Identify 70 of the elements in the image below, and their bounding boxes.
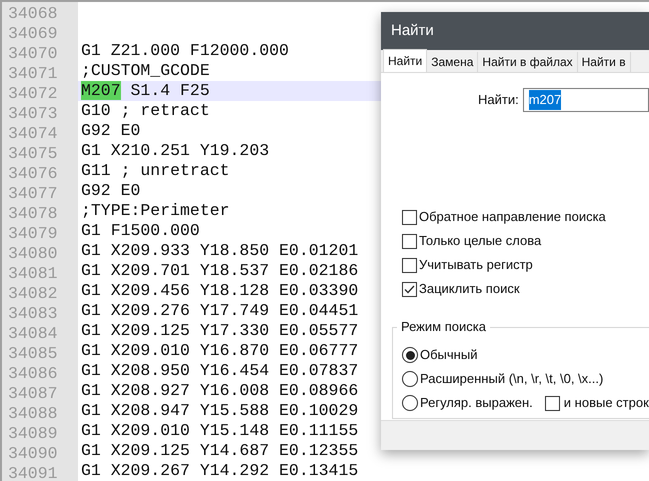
line-number: 34085	[7, 344, 59, 364]
code-line: G1 F1500.000	[81, 221, 200, 240]
code-line: G1 X208.927 Y16.008 E0.08966	[81, 381, 358, 400]
radio-label: Регуляр. выражен.	[420, 394, 533, 412]
radio-label: Расширенный (\n, \r, \t, \0, \x...)	[420, 370, 604, 388]
find-label: Найти:	[478, 91, 519, 110]
checkbox[interactable]	[402, 210, 417, 224]
line-number: 34071	[7, 64, 59, 84]
line-number: 34088	[7, 404, 59, 424]
selected-text: m207	[528, 90, 562, 110]
line-number: 34090	[7, 444, 59, 464]
option-label: и новые строк	[564, 394, 649, 412]
line-number: 34074	[7, 124, 59, 144]
line-number: 34070	[7, 44, 59, 64]
code-line: G1 X209.456 Y18.128 E0.03390	[81, 281, 358, 300]
radio-button[interactable]	[402, 347, 418, 363]
code-line: ;TYPE:Perimeter	[81, 201, 230, 220]
code-line: G1 X208.947 Y15.588 E0.10029	[81, 401, 358, 420]
line-number: 34073	[7, 104, 59, 124]
code-line: G1 X209.010 Y15.148 E0.11155	[81, 421, 358, 440]
code-line: G1 X209.701 Y18.537 E0.02186	[81, 261, 358, 280]
line-number: 34091	[7, 464, 59, 481]
checkbox[interactable]	[402, 234, 417, 248]
option-label: Учитывать регистр	[419, 256, 533, 274]
line-number: 34068	[7, 4, 59, 24]
code-text: S1.4 F25	[130, 81, 210, 100]
code-line: G92 E0	[81, 181, 140, 200]
line-number: 34079	[7, 224, 59, 244]
line-number: 34080	[7, 244, 59, 264]
checkbox[interactable]	[544, 396, 560, 410]
radio-button[interactable]	[402, 371, 418, 387]
tab[interactable]: Найти	[383, 49, 428, 72]
checkbox[interactable]	[402, 258, 417, 272]
line-number: 34069	[7, 24, 59, 44]
code-line: G1 X209.125 Y17.330 E0.05577	[81, 321, 358, 340]
option-label: Только целые слова	[419, 232, 542, 250]
line-number: 34086	[7, 364, 59, 384]
line-number: 34075	[7, 144, 59, 164]
line-number: 34077	[7, 184, 59, 204]
search-match: M207	[81, 81, 121, 100]
line-number: 34076	[7, 164, 59, 184]
line-number: 34087	[7, 384, 59, 404]
code-line: G1 X209.010 Y16.870 E0.06777	[81, 341, 358, 360]
code-line: G1 Z21.000 F12000.000	[81, 41, 289, 60]
line-number: 34072	[7, 84, 59, 104]
code-line: G11 ; unretract	[81, 161, 230, 180]
window-title: Найти	[391, 20, 434, 41]
option-label: Обратное направление поиска	[419, 208, 606, 226]
code-line: G10 ; retract	[81, 101, 210, 120]
line-number: 34084	[7, 324, 59, 344]
line-number: 34089	[7, 424, 59, 444]
code-line: G1 X209.125 Y14.687 E0.12355	[81, 441, 358, 460]
radio-label: Обычный	[420, 346, 478, 364]
code-line: G92 E0	[81, 121, 140, 140]
code-line: G1 X209.933 Y18.850 E0.01201	[81, 241, 358, 260]
checkmark-icon	[404, 284, 415, 294]
tab[interactable]: Найти в	[578, 52, 631, 72]
find-input-field[interactable]: m207	[522, 88, 649, 112]
option-label: Зациклить поиск	[419, 280, 520, 298]
line-number: 34083	[7, 304, 59, 324]
checkbox[interactable]	[402, 282, 417, 296]
line-number: 34078	[7, 204, 59, 224]
code-line: G1 X210.251 Y19.203	[81, 141, 270, 160]
code-line: G1 X209.276 Y17.749 E0.04451	[81, 301, 358, 320]
line-number: 34082	[7, 284, 59, 304]
code-line: ;CUSTOM_GCODE	[81, 61, 210, 80]
code-line: G1 X209.267 Y14.292 E0.13415	[81, 461, 358, 480]
code-line: G1 X208.950 Y16.454 E0.07837	[81, 361, 358, 380]
radio-button[interactable]	[402, 395, 418, 411]
line-number: 34081	[7, 264, 59, 284]
